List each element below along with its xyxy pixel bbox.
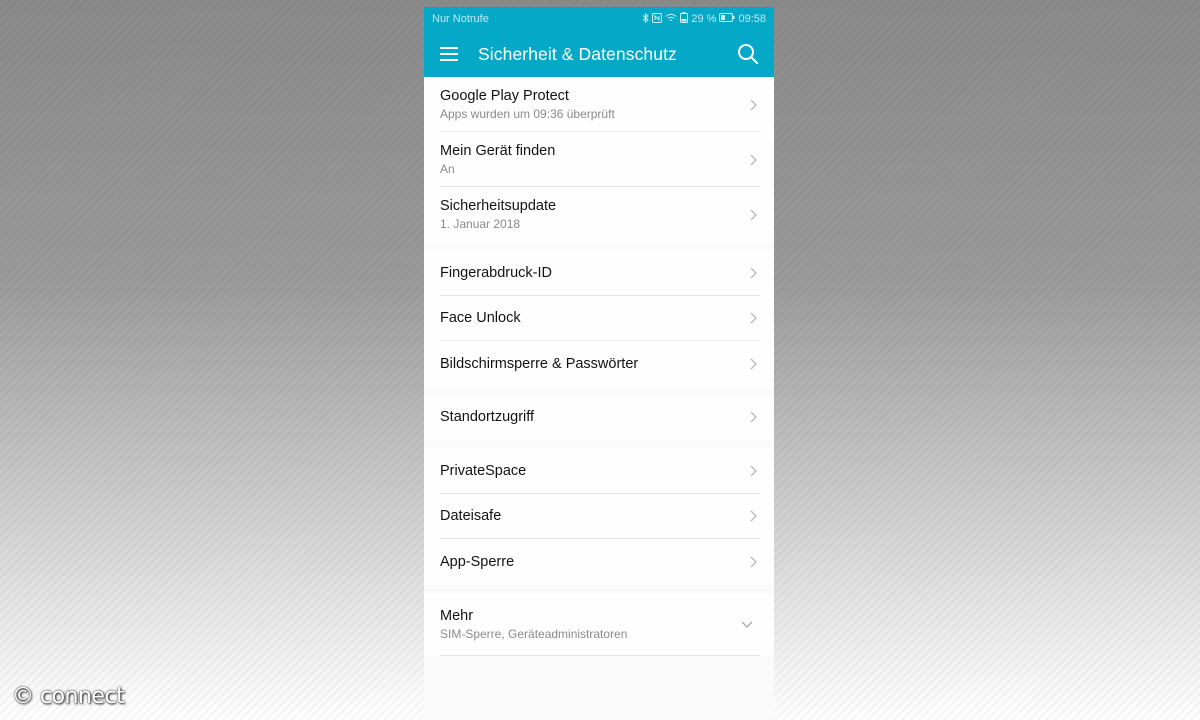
list-item-label: Bildschirmsperre & Passwörter (440, 355, 639, 372)
nfc-icon (652, 12, 663, 26)
list-item-screen-lock[interactable]: Bildschirmsperre & Passwörter (424, 341, 774, 387)
list-item-find-my-device[interactable]: Mein Gerät finden An (424, 132, 774, 187)
list-item-summary: An (440, 162, 455, 176)
phone-screen: Nur Notrufe 29 % 09:58 Sicherheit & Date… (424, 7, 774, 720)
chevron-right-icon (750, 312, 757, 324)
page-title: Sicherheit & Datenschutz (478, 43, 677, 64)
chevron-right-icon (750, 465, 757, 477)
list-item-label: Mein Gerät finden (440, 143, 556, 159)
bluetooth-icon (642, 12, 650, 26)
list-item-label: Sicherheitsupdate (440, 198, 557, 214)
chevron-right-icon (750, 358, 757, 370)
list-item-label: Fingerabdruck-ID (440, 264, 553, 281)
list-item-label: Dateisafe (440, 508, 502, 525)
list-item-privatespace[interactable]: PrivateSpace (424, 448, 774, 494)
clock: 09:58 (738, 13, 766, 25)
list-item-summary: Apps wurden um 09:36 überprüft (440, 107, 615, 121)
chevron-right-icon (750, 510, 757, 522)
settings-group-location: Standortzugriff (424, 394, 774, 441)
list-item-face-unlock[interactable]: Face Unlock (424, 296, 774, 342)
list-item-label: App-Sperre (440, 553, 515, 570)
list-item-summary: 1. Januar 2018 (440, 217, 521, 231)
list-item-label: PrivateSpace (440, 462, 527, 479)
settings-group-unlock: Fingerabdruck-ID Face Unlock Bildschirms… (424, 250, 774, 387)
chevron-right-icon (750, 556, 757, 568)
app-bar: Sicherheit & Datenschutz (424, 31, 774, 77)
list-item-label: Standortzugriff (440, 409, 535, 426)
list-item-summary: SIM-Sperre, Geräteadministratoren (440, 626, 628, 641)
list-item-more[interactable]: Mehr SIM-Sperre, Geräteadministratoren (424, 593, 774, 656)
settings-group-status: Google Play Protect Apps wurden um 09:36… (424, 77, 774, 242)
chevron-right-icon (750, 411, 757, 423)
chevron-right-icon (750, 99, 757, 110)
status-bar: Nur Notrufe 29 % 09:58 (424, 7, 774, 31)
list-item-label: Mehr (440, 607, 474, 624)
list-item-label: Google Play Protect (440, 88, 569, 104)
list-item-location-access[interactable]: Standortzugriff (424, 395, 774, 441)
settings-group-privacy: PrivateSpace Dateisafe App-Sperre (424, 448, 774, 585)
battery-percentage: 29 % (691, 13, 717, 25)
chevron-right-icon (750, 209, 757, 220)
list-item-app-lock[interactable]: App-Sperre (424, 539, 774, 585)
wifi-icon (665, 13, 677, 26)
menu-icon[interactable] (424, 31, 474, 77)
battery-saver-icon (719, 13, 735, 25)
search-icon[interactable] (736, 42, 760, 66)
chevron-right-icon (750, 154, 757, 165)
carrier-text: Nur Notrufe (432, 13, 489, 25)
battery-icon (680, 12, 689, 26)
settings-group-more: Mehr SIM-Sperre, Geräteadministratoren (424, 592, 774, 656)
list-item-google-play-protect[interactable]: Google Play Protect Apps wurden um 09:36… (424, 77, 774, 132)
chevron-down-icon (741, 621, 753, 628)
watermark-logo: © connect (12, 684, 125, 709)
chevron-right-icon (750, 267, 757, 279)
list-item-file-safe[interactable]: Dateisafe (424, 494, 774, 540)
list-item-security-update[interactable]: Sicherheitsupdate 1. Januar 2018 (424, 187, 774, 242)
list-item-fingerprint-id[interactable]: Fingerabdruck-ID (424, 250, 774, 296)
list-item-label: Face Unlock (440, 310, 521, 327)
status-icons: 29 % 09:58 (642, 12, 766, 26)
